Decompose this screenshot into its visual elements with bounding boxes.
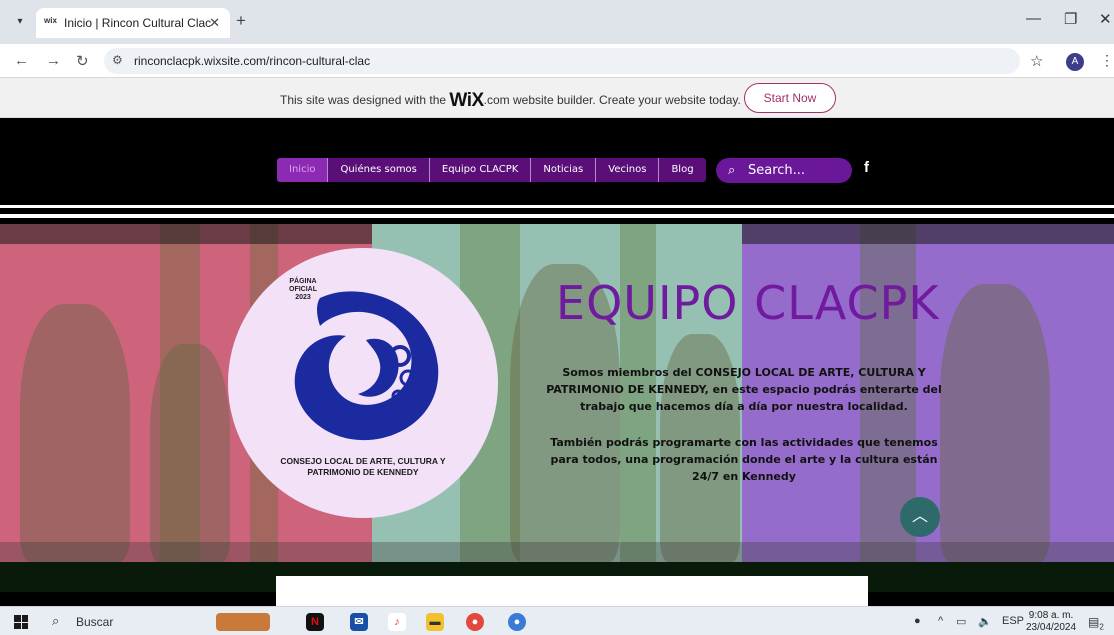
tray-chevron-up-icon[interactable]: ^	[938, 615, 943, 627]
site-search-placeholder: Search...	[748, 163, 806, 178]
hero-title: EQUIPO CLACPK	[556, 276, 940, 330]
clock-time: 9:08 a. m.	[1028, 610, 1074, 621]
wix-ad-banner: This site was designed with the WiX.com …	[0, 78, 1114, 118]
wix-banner-message: This site was designed with the WiX.com …	[280, 90, 741, 112]
mail-icon[interactable]: ✉	[350, 613, 368, 631]
content-card	[276, 576, 868, 606]
user-tray-icon[interactable]: ●	[914, 615, 921, 627]
start-now-button[interactable]: Start Now	[744, 83, 836, 113]
bookmark-star-icon[interactable]: ☆	[1030, 52, 1043, 70]
browser-tab-active[interactable]: wix Inicio | Rincon Cultural Clac ✕	[36, 8, 230, 38]
chrome-icon[interactable]: ●	[466, 613, 484, 631]
logo-caption: CONSEJO LOCAL DE ARTE, CULTURA Y PATRIMO…	[280, 456, 446, 477]
forward-icon[interactable]: →	[46, 52, 61, 69]
nav-item-vecinos[interactable]: Vecinos	[596, 158, 660, 182]
site-header: Inicio Quiénes somos Equipo CLACPK Notic…	[0, 119, 1114, 218]
volume-icon[interactable]: 🔈	[978, 615, 992, 628]
netflix-icon[interactable]: N	[306, 613, 324, 631]
books-widget-icon[interactable]	[216, 613, 270, 631]
url-text[interactable]: rinconclacpk.wixsite.com/rincon-cultural…	[134, 54, 370, 68]
language-indicator[interactable]: ESP	[1002, 615, 1024, 627]
tab-title: Inicio | Rincon Cultural Clac	[64, 16, 212, 30]
nav-item-blog[interactable]: Blog	[659, 158, 705, 182]
site-search-box[interactable]: ⌕ Search...	[716, 158, 852, 183]
address-toolbar: ← → ↻ ⚙ rinconclacpk.wixsite.com/rincon-…	[0, 44, 1114, 78]
clock-date: 23/04/2024	[1026, 622, 1077, 633]
hero-paragraph-1: Somos miembros del CONSEJO LOCAL DE ARTE…	[546, 366, 942, 413]
header-divider-2	[0, 214, 1114, 218]
wix-favicon-icon: wix	[44, 16, 57, 25]
file-explorer-icon[interactable]: ▬	[426, 613, 444, 631]
windows-start-icon[interactable]	[14, 615, 28, 629]
omnibox[interactable]: ⚙ rinconclacpk.wixsite.com/rincon-cultur…	[104, 48, 1020, 74]
tab-search-chevron-icon[interactable]: ▾	[10, 12, 30, 32]
notification-icon[interactable]: ▤2	[1088, 615, 1104, 631]
network-icon[interactable]: ▭	[956, 615, 966, 628]
windows-taskbar: ⌕ Buscar N ✉ ♪ ▬ ● ● ● ^ ▭ 🔈 ESP 9:08 a.…	[0, 606, 1114, 635]
tab-close-icon[interactable]: ✕	[209, 15, 220, 31]
reload-icon[interactable]: ↻	[76, 52, 89, 70]
search-icon: ⌕	[728, 162, 736, 177]
wix-banner-text-before: This site was designed with the	[280, 93, 450, 107]
chrome-profile-icon[interactable]: ●	[508, 613, 526, 631]
browser-menu-icon[interactable]: ⋮	[1100, 52, 1114, 69]
nav-item-inicio[interactable]: Inicio	[277, 158, 329, 182]
site-info-icon[interactable]: ⚙	[112, 53, 123, 67]
facebook-icon[interactable]: f	[864, 159, 869, 176]
header-divider	[0, 205, 1114, 208]
new-tab-icon[interactable]: +	[236, 11, 246, 31]
wix-banner-text-after: .com website builder. Create your websit…	[483, 93, 741, 107]
search-icon: ⌕	[52, 613, 60, 628]
hero-bottom-strip	[0, 542, 1114, 562]
nav-item-noticias[interactable]: Noticias	[531, 158, 597, 182]
profile-avatar-icon[interactable]: A	[1066, 53, 1084, 71]
browser-tabstrip: ▾ wix Inicio | Rincon Cultural Clac ✕ + …	[0, 0, 1114, 44]
taskbar-clock[interactable]: 9:08 a. m. 23/04/2024	[1026, 610, 1076, 634]
notification-count: 2	[1099, 622, 1104, 632]
taskbar-search-placeholder: Buscar	[76, 615, 114, 629]
main-menu: Inicio Quiénes somos Equipo CLACPK Notic…	[277, 158, 706, 182]
music-app-icon[interactable]: ♪	[388, 613, 406, 631]
back-to-top-button[interactable]: ︿	[900, 497, 940, 537]
minimize-icon[interactable]: —	[1026, 10, 1041, 27]
window-close-icon[interactable]: ✕	[1099, 10, 1112, 28]
clacpk-logo: PÁGINA OFICIAL 2023 CONSEJO LOCAL DE ART…	[228, 248, 498, 518]
taskbar-search[interactable]: ⌕ Buscar	[48, 612, 204, 632]
nav-item-equipo-clacpk[interactable]: Equipo CLACPK	[430, 158, 532, 182]
hero-paragraph-2: También podrás programarte con las activ…	[550, 436, 938, 483]
nav-item-quienes-somos[interactable]: Quiénes somos	[328, 158, 430, 182]
restore-icon[interactable]: ❐	[1064, 10, 1077, 28]
wix-logo[interactable]: WiX	[449, 90, 484, 111]
back-icon[interactable]: ←	[14, 52, 29, 69]
wave-logo-icon	[294, 291, 439, 441]
